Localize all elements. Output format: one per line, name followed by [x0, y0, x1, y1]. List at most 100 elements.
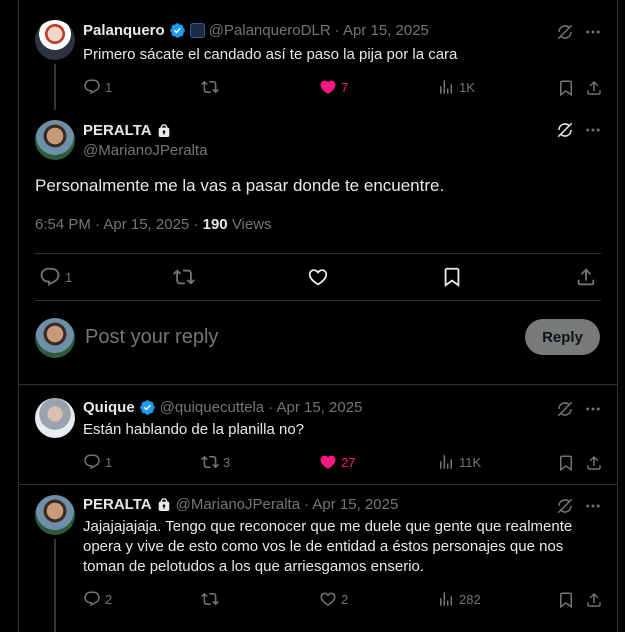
reply-count: 1	[105, 454, 113, 470]
more-icon[interactable]	[584, 121, 602, 139]
reply-icon	[39, 266, 61, 288]
thread-line	[54, 64, 56, 110]
tweet-text-line: Jajajajajaja. Tengo que reconocer que me…	[83, 518, 573, 535]
reply-submit-button[interactable]: Reply	[525, 319, 600, 355]
divider	[19, 384, 617, 385]
repost-count: 3	[223, 454, 231, 470]
avatar[interactable]	[35, 495, 75, 535]
bookmark-icon[interactable]	[557, 591, 575, 609]
tweet-text-line: toman de pelotudos a los que arriesgamos…	[83, 558, 425, 575]
display-name[interactable]: PERALTA	[83, 122, 152, 139]
repost-icon	[201, 590, 219, 608]
more-icon[interactable]	[584, 23, 602, 41]
verified-badge-icon	[169, 22, 186, 39]
heart-filled-icon	[319, 78, 337, 96]
avatar[interactable]	[35, 20, 75, 60]
reply-button[interactable]: 1	[83, 78, 112, 96]
tweet-header: Palanquero @PalanqueroDLR · Apr 15, 2025	[83, 22, 429, 39]
avatar	[35, 318, 75, 358]
heart-filled-icon	[319, 453, 337, 471]
repost-button[interactable]	[201, 590, 219, 608]
display-name[interactable]: PERALTA	[83, 496, 152, 513]
like-count: 2	[341, 591, 349, 607]
bookmark-icon[interactable]	[557, 79, 575, 97]
handle[interactable]: @quiquecuttela	[160, 399, 264, 416]
grok-icon[interactable]	[556, 121, 574, 139]
repost-icon	[201, 453, 219, 471]
view-count: 1K	[459, 79, 475, 95]
timestamp[interactable]: 6:54 PM · Apr 15, 2025 ·	[35, 216, 198, 233]
heart-icon	[319, 590, 337, 608]
like-count: 7	[341, 79, 349, 95]
views-count: 190	[202, 216, 228, 233]
timestamp[interactable]: · Apr 15, 2025	[335, 22, 429, 39]
handle[interactable]: @MarianoJPeralta	[176, 496, 300, 513]
views-button[interactable]: 11K	[437, 453, 481, 471]
views-icon	[437, 590, 455, 608]
like-count: 27	[341, 454, 356, 470]
like-button[interactable]: 27	[319, 453, 355, 471]
share-icon[interactable]	[585, 79, 603, 97]
timestamp[interactable]: · Apr 15, 2025	[268, 399, 362, 416]
heart-icon[interactable]	[307, 266, 329, 288]
avatar[interactable]	[35, 398, 75, 438]
tweet-header: Quique @quiquecuttela · Apr 15, 2025	[83, 399, 362, 416]
tweet-text: Están hablando de la planilla no?	[83, 421, 305, 438]
reply-count: 2	[105, 591, 113, 607]
share-icon[interactable]	[585, 454, 603, 472]
repost-icon	[201, 78, 219, 96]
timestamp[interactable]: · Apr 15, 2025	[304, 496, 398, 513]
lock-icon	[156, 497, 172, 513]
views-button[interactable]: 1K	[437, 78, 475, 96]
handle[interactable]: @MarianoJPeralta	[83, 142, 207, 159]
thread-line	[54, 539, 56, 632]
repost-icon[interactable]	[173, 266, 195, 288]
affiliate-badge-icon[interactable]	[189, 23, 205, 38]
reply-count: 1	[105, 79, 113, 95]
conversation-column: Palanquero @PalanqueroDLR · Apr 15, 2025…	[18, 0, 618, 632]
bookmark-icon[interactable]	[557, 454, 575, 472]
share-icon[interactable]	[585, 591, 603, 609]
display-name[interactable]: Quique	[83, 399, 135, 416]
action-bar: 1 7 1K	[83, 78, 603, 98]
share-icon[interactable]	[575, 266, 597, 288]
tweet-text: Jajajajajaja. Tengo que reconocer que me…	[83, 517, 613, 577]
views-icon	[437, 453, 455, 471]
action-bar: 1	[35, 266, 599, 288]
grok-icon[interactable]	[556, 23, 574, 41]
reply-icon	[83, 453, 101, 471]
more-icon[interactable]	[584, 400, 602, 418]
reply-count: 1	[65, 269, 73, 285]
bookmark-icon[interactable]	[441, 266, 463, 288]
display-name[interactable]: Palanquero	[83, 22, 165, 39]
tweet-text-line: opera y vive de esto como vos le de enti…	[83, 538, 564, 555]
like-button[interactable]: 2	[319, 590, 348, 608]
view-count: 11K	[459, 454, 482, 470]
divider	[35, 300, 601, 301]
repost-button[interactable]: 3	[201, 453, 230, 471]
handle[interactable]: @PalanqueroDLR	[209, 22, 331, 39]
views-label: Views	[231, 216, 272, 233]
more-icon[interactable]	[584, 497, 602, 515]
view-count: 282	[459, 591, 481, 607]
divider	[35, 253, 601, 254]
tweet-meta: 6:54 PM · Apr 15, 2025 · 190 Views	[35, 216, 272, 233]
reply-button[interactable]: 1	[39, 266, 72, 288]
like-button[interactable]: 7	[319, 78, 348, 96]
main-tweet-text: Personalmente me la vas a pasar donde te…	[35, 176, 445, 195]
views-icon	[437, 78, 455, 96]
avatar[interactable]	[35, 120, 75, 160]
grok-icon[interactable]	[556, 400, 574, 418]
tweet-header: PERALTA @MarianoJPeralta · Apr 15, 2025	[83, 496, 398, 513]
action-bar: 1 3 27 11K	[83, 453, 603, 473]
views-button[interactable]: 282	[437, 590, 481, 608]
tweet-text: Primero sácate el candado así te paso la…	[83, 46, 458, 63]
reply-button[interactable]: 1	[83, 453, 112, 471]
grok-icon[interactable]	[556, 497, 574, 515]
divider	[19, 484, 617, 485]
reply-icon	[83, 78, 101, 96]
repost-button[interactable]	[201, 78, 219, 96]
action-bar: 2 2 282	[83, 590, 603, 610]
reply-input[interactable]: Post your reply	[85, 326, 218, 349]
reply-button[interactable]: 2	[83, 590, 112, 608]
